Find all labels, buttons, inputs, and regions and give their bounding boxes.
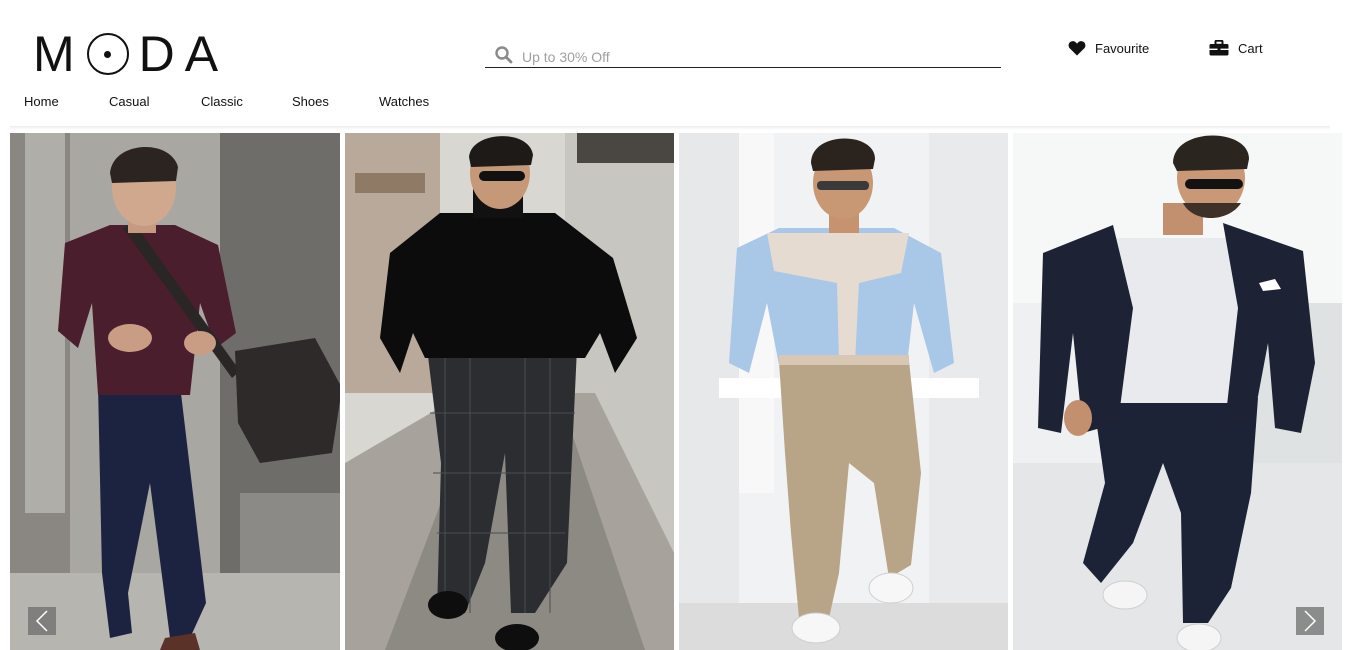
chevron-right-icon bbox=[1304, 610, 1317, 632]
nav-home[interactable]: Home bbox=[24, 94, 109, 109]
carousel-next-button[interactable] bbox=[1296, 607, 1324, 635]
fashion-photo-blazer bbox=[1013, 133, 1342, 650]
favourite-link[interactable]: Favourite bbox=[1068, 40, 1149, 56]
nav-shoes[interactable]: Shoes bbox=[292, 94, 379, 109]
logo-letter: M bbox=[33, 26, 85, 82]
logo-o-ring bbox=[86, 33, 129, 75]
fashion-photo-chinos bbox=[679, 133, 1008, 650]
cart-label: Cart bbox=[1238, 40, 1263, 56]
favourite-label: Favourite bbox=[1095, 40, 1150, 56]
header-shadow bbox=[10, 126, 1330, 130]
carousel-slide[interactable] bbox=[10, 133, 340, 650]
fashion-photo-turtleneck bbox=[345, 133, 674, 650]
chevron-left-icon bbox=[35, 610, 48, 632]
nav-casual[interactable]: Casual bbox=[109, 94, 201, 109]
fashion-photo-burgundy bbox=[10, 133, 340, 650]
search-bar bbox=[485, 42, 1001, 68]
logo-letter: A bbox=[184, 26, 229, 82]
site-header: M D A Home Casual Classic Shoes Watches … bbox=[0, 0, 1350, 128]
carousel-slide[interactable] bbox=[679, 133, 1008, 650]
logo-letter: D bbox=[138, 26, 185, 82]
carousel-slide[interactable] bbox=[1013, 133, 1342, 650]
briefcase-icon bbox=[1209, 40, 1229, 56]
nav-classic[interactable]: Classic bbox=[201, 94, 292, 109]
search-input[interactable] bbox=[522, 48, 982, 65]
moda-logo[interactable]: M D A bbox=[33, 26, 229, 82]
carousel-slide[interactable] bbox=[345, 133, 674, 650]
cart-link[interactable]: Cart bbox=[1209, 40, 1263, 56]
main-nav: Home Casual Classic Shoes Watches bbox=[24, 94, 439, 109]
search-icon[interactable] bbox=[494, 45, 514, 65]
heart-icon bbox=[1068, 41, 1086, 56]
carousel-prev-button[interactable] bbox=[28, 607, 56, 635]
hero-carousel[interactable] bbox=[10, 133, 1342, 650]
nav-watches[interactable]: Watches bbox=[379, 94, 439, 109]
